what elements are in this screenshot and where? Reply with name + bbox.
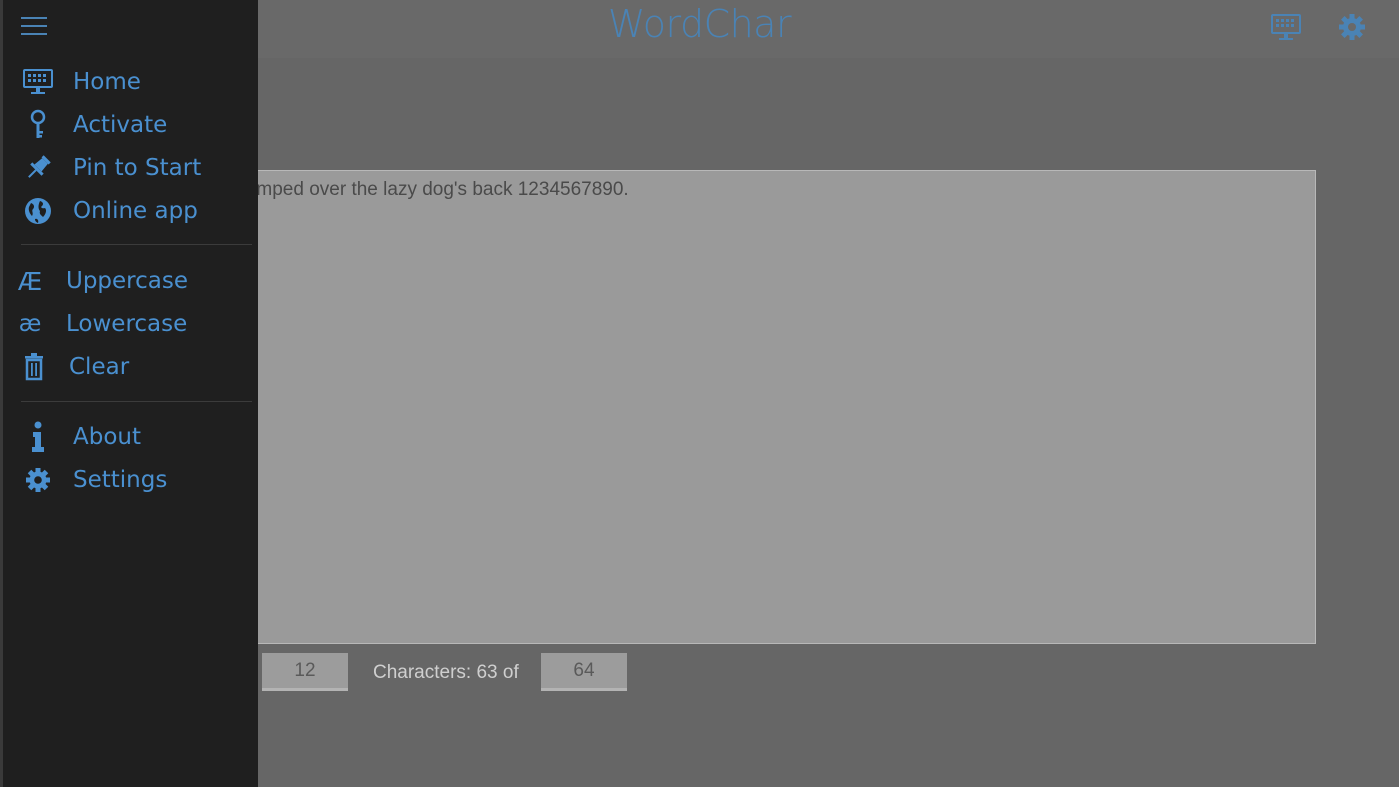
- nav-item-online-app[interactable]: Online app: [3, 191, 258, 231]
- nav-divider: [21, 244, 252, 245]
- nav-label-settings: Settings: [73, 467, 168, 493]
- pin-icon: [21, 152, 55, 184]
- nav-item-home[interactable]: Home: [3, 62, 258, 102]
- characters-label: Characters: 63 of: [373, 662, 519, 683]
- text-editor[interactable]: fox jumped over the lazy dog's back 1234…: [200, 170, 1316, 644]
- nav-item-pin-to-start[interactable]: Pin to Start: [3, 148, 258, 188]
- editor-text: fox jumped over the lazy dog's back 1234…: [211, 179, 629, 200]
- characters-limit-field[interactable]: 64: [541, 653, 627, 691]
- nav-label-uppercase: Uppercase: [66, 268, 189, 294]
- lowercase-ae-icon: æ: [18, 311, 42, 337]
- nav-item-settings[interactable]: Settings: [3, 460, 258, 500]
- nav-item-lowercase[interactable]: æ Lowercase: [3, 304, 258, 344]
- nav-item-activate[interactable]: Activate: [3, 105, 258, 145]
- nav-label-online-app: Online app: [73, 198, 198, 224]
- nav-label-about: About: [73, 424, 142, 450]
- globe-icon: [21, 195, 55, 227]
- trash-icon: [17, 351, 51, 383]
- gear-icon: [21, 464, 55, 496]
- info-icon: [21, 421, 55, 453]
- nav-item-about[interactable]: About: [3, 417, 258, 457]
- nav-item-clear[interactable]: Clear: [3, 347, 258, 387]
- nav-label-pin-to-start: Pin to Start: [73, 155, 202, 181]
- nav-label-clear: Clear: [69, 354, 130, 380]
- keyboard-icon: [21, 66, 55, 98]
- words-limit-field[interactable]: 12: [262, 653, 348, 691]
- gear-icon[interactable]: [1335, 10, 1369, 44]
- nav-label-activate: Activate: [73, 112, 168, 138]
- key-icon: [21, 109, 55, 141]
- uppercase-ae-icon: Æ: [17, 266, 43, 296]
- hamburger-icon[interactable]: [19, 12, 51, 42]
- nav-label-home: Home: [73, 69, 141, 95]
- nav-item-uppercase[interactable]: Æ Uppercase: [3, 261, 258, 301]
- keyboard-icon[interactable]: [1269, 10, 1303, 44]
- nav-label-lowercase: Lowercase: [66, 311, 188, 337]
- navigation-pane: Home Activate Pin to Start Online app Æ …: [0, 0, 258, 787]
- nav-divider: [21, 401, 252, 402]
